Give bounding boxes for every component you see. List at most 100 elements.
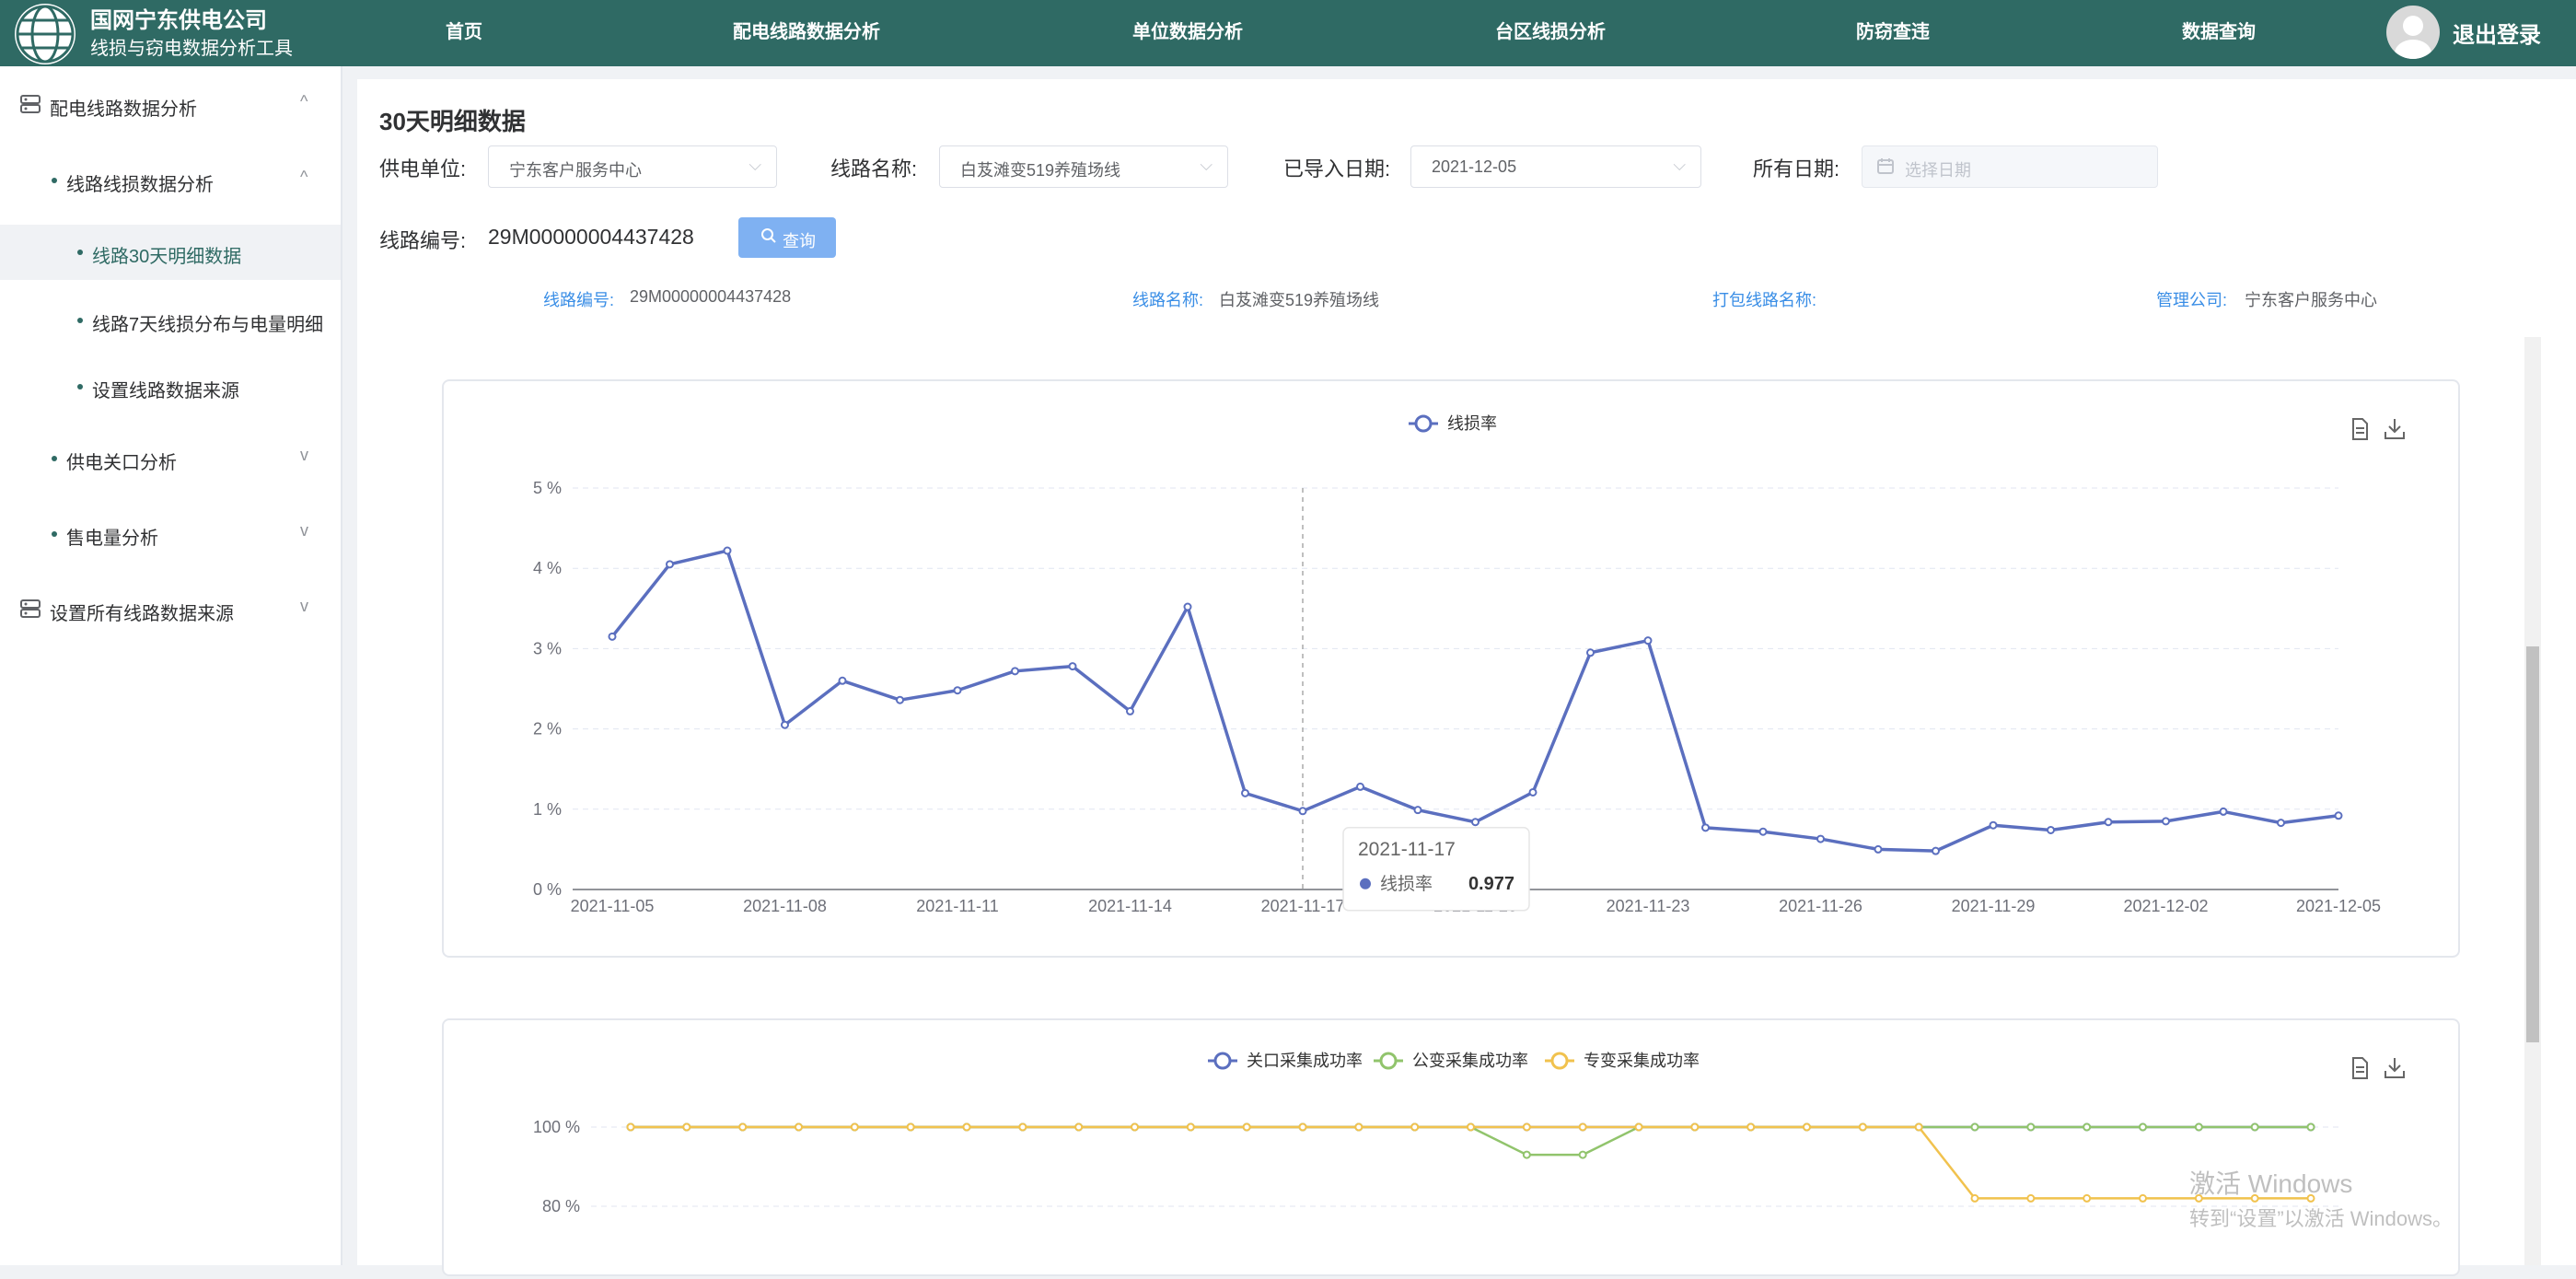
scrollbar-thumb[interactable] — [2526, 646, 2539, 1042]
data-point — [723, 546, 732, 555]
unit-select[interactable]: 宁东客户服务中心 ⌵ — [488, 145, 777, 188]
data-view-icon[interactable] — [2352, 418, 2368, 440]
import-date-select[interactable]: 2021-12-05 ⌵ — [1410, 145, 1701, 188]
x-tick-label: 2021-11-11 — [916, 897, 998, 915]
logout-button[interactable]: 退出登录 — [2453, 17, 2541, 49]
data-point — [850, 1122, 859, 1132]
app-subtitle: 线损与窃电数据分析工具 — [90, 39, 293, 59]
legend-label: 专变采集成功率 — [1584, 1052, 1700, 1070]
y-tick-label: 80 % — [542, 1197, 580, 1215]
sidebar-item-set-line-data-source[interactable]: 设置线路数据来源 — [0, 359, 341, 414]
user-avatar-icon[interactable] — [2386, 6, 2440, 59]
x-tick-label: 2021-11-23 — [1607, 897, 1690, 915]
company-name: 国网宁东供电公司 — [90, 8, 267, 33]
data-point — [1413, 806, 1422, 815]
data-point — [682, 1122, 691, 1132]
sidebar-item-sales-analysis[interactable]: 售电量分析 v — [0, 506, 341, 562]
line-code-label: 线路编号: — [379, 229, 467, 252]
nav-home[interactable]: 首页 — [446, 17, 482, 43]
sidebar-item-line-7day-distribution[interactable]: 线路7天线损分布与电量明细 — [0, 293, 341, 348]
line-loss-chart: 0 % 1 % 2 % 3 % 4 % 5 % 2021-11-05 2021-11-08 20… — [533, 414, 2405, 915]
info-mgmt-value: 宁东客户服务中心 — [2245, 291, 2377, 309]
line-select-value: 白芨滩变519养殖场线 — [960, 161, 1121, 180]
sidebar-item-line-loss-analysis[interactable]: 线路线损数据分析 ^ — [0, 153, 341, 208]
data-point — [896, 695, 904, 704]
sidebar-item-set-all-line-sources[interactable]: 设置所有线路数据来源 v — [0, 582, 341, 637]
legend-item: 关口采集成功率 — [1208, 1052, 1363, 1070]
line-name-select[interactable]: 白芨滩变519养殖场线 ⌵ — [939, 145, 1228, 188]
download-icon[interactable] — [2385, 419, 2405, 439]
data-point — [1068, 662, 1077, 671]
series-line — [631, 1125, 2311, 1157]
data-point — [1183, 602, 1192, 611]
nav-station-loss-analysis[interactable]: 台区线损分析 — [1495, 17, 1606, 43]
nav-distribution-line-analysis[interactable]: 配电线路数据分析 — [733, 17, 880, 43]
sidebar-item-label: 配电线路数据分析 — [50, 99, 197, 120]
data-point — [1186, 1122, 1195, 1132]
data-point — [1298, 1122, 1307, 1132]
legend-marker-icon — [1213, 1052, 1232, 1070]
legend-label: 关口采集成功率 — [1247, 1052, 1363, 1070]
legend-label: 线损率 — [1447, 414, 1497, 433]
sidebar-item-line-30day-detail[interactable]: 线路30天明细数据 — [0, 225, 341, 280]
legend-marker-icon — [1379, 1052, 1398, 1070]
sidebar-item-label: 设置线路数据来源 — [92, 381, 239, 401]
data-point — [1758, 827, 1768, 836]
data-point — [1970, 1193, 1979, 1203]
collection-rate-chart: 100 % 80 % 关口采集成功率 公变采集成功率 专变采集成功率 — [533, 1052, 2405, 1215]
calendar-icon — [1877, 157, 1894, 179]
date-picker[interactable]: 选择日期 — [1862, 145, 2158, 188]
import-date-label: 已导入日期: — [1283, 157, 1391, 180]
data-point — [2194, 1122, 2203, 1132]
sidebar-item-distribution-line-analysis[interactable]: 配电线路数据分析 ^ — [0, 77, 341, 133]
bullet-icon — [77, 318, 83, 323]
data-point — [1578, 1122, 1587, 1132]
nav-anti-theft[interactable]: 防窃查违 — [1856, 17, 1930, 43]
legend-item: 专变采集成功率 — [1545, 1052, 1700, 1070]
data-point — [2162, 817, 2170, 826]
chevron-down-icon: v — [300, 597, 308, 615]
data-view-icon[interactable] — [2352, 1057, 2368, 1079]
data-point — [962, 1122, 971, 1132]
y-tick-label: 1 % — [533, 800, 562, 819]
brand: 国网宁东供电公司 线损与窃电数据分析工具 — [13, 0, 344, 66]
sidebar-item-label: 线路30天明细数据 — [92, 247, 242, 267]
series-line — [631, 1125, 2311, 1200]
top-navigation-bar: 国网宁东供电公司 线损与窃电数据分析工具 首页 配电线路数据分析 单位数据分析 … — [0, 0, 2576, 66]
download-icon[interactable] — [2385, 1058, 2405, 1078]
bullet-icon — [77, 250, 83, 255]
data-point — [1914, 1122, 1923, 1132]
data-point — [1467, 1122, 1475, 1132]
data-point — [2219, 807, 2228, 816]
sidebar-item-gateway-analysis[interactable]: 供电关口分析 v — [0, 431, 341, 486]
info-code-key: 线路编号: — [543, 291, 615, 309]
x-tick-label: 2021-11-05 — [571, 897, 655, 915]
nav-unit-analysis[interactable]: 单位数据分析 — [1132, 17, 1243, 43]
query-button-label: 查询 — [783, 232, 816, 250]
nav-data-query[interactable]: 数据查询 — [2182, 17, 2256, 43]
x-tick-label: 2021-12-02 — [2123, 897, 2208, 915]
activation-watermark-text: 转到“设置”以激活 Windows。 — [2189, 1207, 2454, 1230]
y-tick-label: 3 % — [533, 639, 562, 657]
bullet-icon — [52, 178, 57, 183]
tooltip-marker-icon — [1360, 878, 1371, 889]
data-point — [2104, 818, 2113, 827]
data-point — [906, 1122, 915, 1132]
data-point — [2083, 1122, 2092, 1132]
data-point — [1970, 1122, 1979, 1132]
y-tick-label: 0 % — [533, 880, 562, 899]
chevron-down-icon: ⌵ — [748, 156, 761, 174]
page-title: 30天明细数据 — [379, 108, 526, 135]
sidebar-item-label: 供电关口分析 — [66, 453, 177, 473]
data-point — [1522, 1150, 1531, 1159]
chevron-down-icon: ⌵ — [1673, 156, 1686, 174]
sidebar-item-label: 设置所有线路数据来源 — [50, 604, 234, 624]
vertical-scrollbar[interactable] — [2524, 337, 2541, 1265]
data-point — [2334, 811, 2343, 820]
data-point — [1932, 846, 1940, 855]
line-loss-chart-card: 0 % 1 % 2 % 3 % 4 % 5 % 2021-11-05 2021-11-08 20… — [442, 379, 2460, 958]
server-icon — [20, 599, 41, 623]
data-point — [1874, 844, 1883, 854]
query-button[interactable]: 查询 — [738, 217, 836, 258]
x-tick-label: 2021-12-05 — [2296, 897, 2381, 915]
